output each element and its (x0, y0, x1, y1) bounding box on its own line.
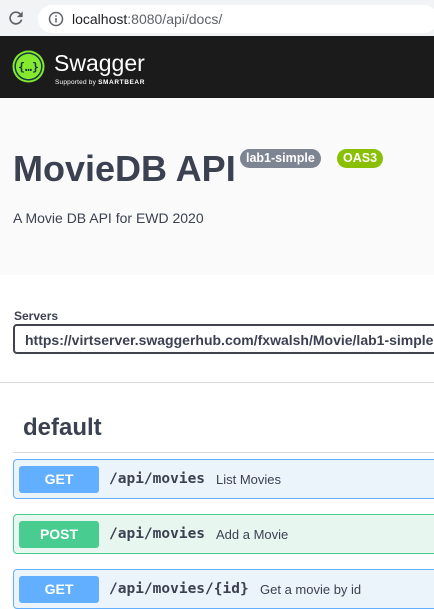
info-icon[interactable] (48, 11, 64, 27)
tag-heading[interactable]: default (23, 414, 102, 442)
tag-divider (13, 452, 434, 453)
method-badge: GET (19, 576, 99, 603)
reload-icon[interactable] (6, 8, 26, 28)
server-select-value: https://virtserver.swaggerhub.com/fxwals… (25, 332, 434, 348)
supported-by-label: Supported by (55, 79, 97, 86)
servers-label: Servers (14, 309, 59, 323)
server-select[interactable]: https://virtserver.swaggerhub.com/fxwals… (13, 324, 434, 354)
method-badge: POST (19, 521, 99, 548)
operation-summary: Add a Movie (216, 527, 289, 542)
operation-summary: Get a movie by id (260, 582, 362, 597)
api-title: MovieDB API (13, 148, 236, 189)
supported-by-text: Supported by SMARTBEAR (55, 79, 145, 86)
operation-path: /api/movies/{id} (109, 581, 249, 597)
api-description: A Movie DB API for EWD 2020 (13, 210, 204, 226)
swagger-brand[interactable]: Swagger (54, 50, 145, 76)
browser-toolbar: localhost:8080/api/docs/ (0, 0, 434, 36)
operation-get-movies[interactable]: GET /api/movies List Movies (13, 459, 434, 499)
operation-post-movies[interactable]: POST /api/movies Add a Movie (13, 514, 434, 554)
version-badge: lab1-simple (240, 149, 321, 168)
operation-get-movie-by-id[interactable]: GET /api/movies/{id} Get a movie by id (13, 569, 434, 609)
url-path: :8080/api/docs/ (127, 11, 223, 27)
url-text: localhost:8080/api/docs/ (72, 11, 222, 27)
company-name: SMARTBEAR (98, 79, 146, 86)
operation-path: /api/movies (109, 526, 206, 542)
method-badge: GET (19, 466, 99, 493)
swagger-topbar: {…} Swagger Supported by SMARTBEAR (0, 36, 434, 98)
section-divider (0, 382, 434, 383)
address-bar[interactable]: localhost:8080/api/docs/ (38, 5, 434, 33)
oas-badge: OAS3 (337, 149, 384, 168)
swagger-logo-icon[interactable]: {…} (12, 50, 45, 83)
operation-path: /api/movies (109, 471, 206, 487)
svg-text:{…}: {…} (18, 60, 39, 74)
operation-summary: List Movies (216, 472, 282, 487)
url-host: localhost (72, 11, 128, 27)
